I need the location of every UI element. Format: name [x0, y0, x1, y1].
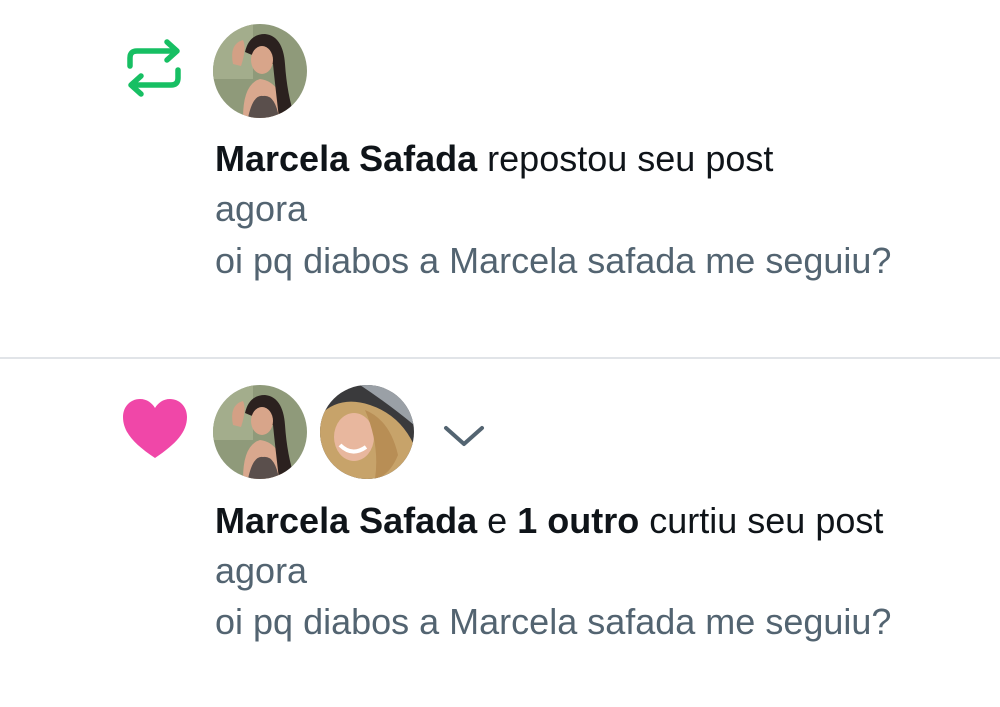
avatar[interactable] [320, 385, 414, 479]
timestamp: agora [215, 188, 308, 229]
action-text: curtiu seu post [649, 500, 884, 541]
user-name-link[interactable]: Marcela Safada [215, 138, 477, 179]
notification-text: Marcela Safada repostou seu post [215, 134, 975, 184]
repost-icon [127, 39, 181, 97]
user-name-link[interactable]: Marcela Safada [215, 500, 477, 541]
chevron-down-icon[interactable] [442, 420, 486, 450]
avatar[interactable] [213, 24, 307, 118]
timestamp: agora [215, 550, 308, 591]
conjunction-text: e [487, 500, 508, 541]
others-link[interactable]: 1 outro [517, 500, 639, 541]
avatar[interactable] [213, 385, 307, 479]
action-text: repostou seu post [487, 138, 774, 179]
notification-text: Marcela Safada e 1 outro curtiu seu post… [215, 496, 935, 596]
repost-notification[interactable]: Marcela Safada repostou seu post agora o… [0, 0, 1000, 358]
heart-icon [123, 399, 187, 458]
post-preview[interactable]: oi pq diabos a Marcela safada me seguiu? [215, 236, 915, 286]
post-preview[interactable]: oi pq diabos a Marcela safada me seguiu? [215, 597, 915, 647]
